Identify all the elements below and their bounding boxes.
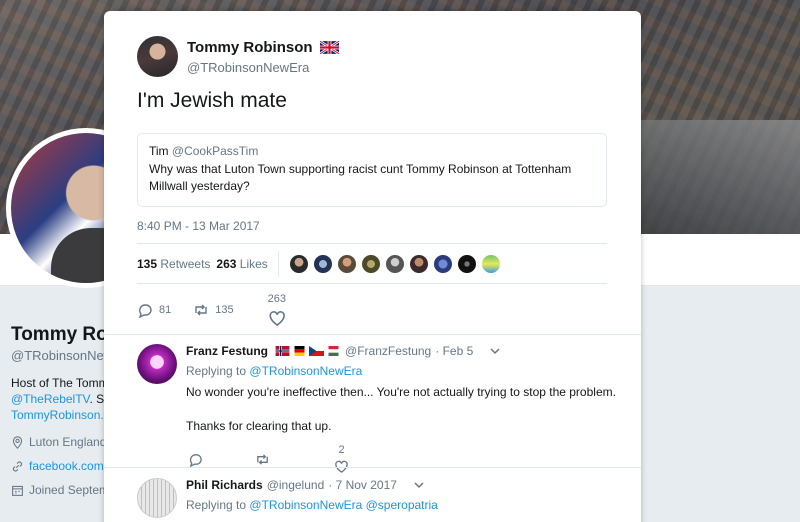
replying-prefix: Replying to bbox=[186, 498, 247, 512]
stats-divider bbox=[277, 250, 279, 277]
quote-author-name: Tim bbox=[149, 144, 169, 158]
reply-date[interactable]: · 7 Nov 2017 bbox=[328, 478, 397, 492]
reply-author-handle[interactable]: @FranzFestung bbox=[345, 344, 431, 358]
liker-avatar[interactable] bbox=[480, 253, 501, 274]
replying-to-link[interactable]: @TRobinsonNewEra @speropatria bbox=[249, 498, 437, 512]
bio-link-website[interactable]: TommyRobinson.c bbox=[11, 407, 106, 423]
reply-author-name[interactable]: Phil Richards bbox=[186, 478, 263, 492]
reply-author-handle[interactable]: @ingelund bbox=[267, 478, 325, 492]
retweets-label: Retweets bbox=[160, 256, 211, 271]
tweet-actions: 81 135 263 bbox=[137, 293, 286, 327]
tweet-timestamp[interactable]: 8:40 PM - 13 Mar 2017 bbox=[137, 219, 260, 233]
liker-avatar[interactable] bbox=[360, 253, 381, 274]
author-handle[interactable]: @TRobinsonNewEra bbox=[187, 60, 339, 75]
reply-like-count: 2 bbox=[338, 444, 345, 456]
tweet-text: I'm Jewish mate bbox=[137, 89, 287, 112]
liker-avatar[interactable] bbox=[456, 253, 477, 274]
reply-count: 81 bbox=[159, 304, 172, 317]
profile-website[interactable]: facebook.com bbox=[11, 459, 104, 473]
reply-author-name[interactable]: Franz Festung bbox=[186, 344, 268, 358]
bio-link-rest: . S bbox=[89, 392, 105, 406]
profile-joined: Joined Septem bbox=[11, 483, 109, 497]
reply-actions: 2 bbox=[186, 444, 616, 474]
reply-like-action[interactable]: 2 bbox=[334, 444, 349, 474]
tweet-stats: 135 Retweets 263 Likes bbox=[137, 243, 607, 284]
reply-icon bbox=[138, 304, 152, 319]
germany-flag-icon bbox=[294, 346, 305, 356]
retweet-icon[interactable] bbox=[255, 452, 270, 467]
liker-avatar[interactable] bbox=[408, 253, 429, 274]
replying-to-link[interactable]: @TRobinsonNewEra bbox=[249, 364, 362, 378]
reply-avatar[interactable] bbox=[137, 344, 177, 384]
hungary-flag-icon bbox=[328, 346, 339, 356]
flags-row bbox=[275, 346, 341, 356]
replies-divider bbox=[104, 334, 641, 335]
liker-avatar[interactable] bbox=[432, 253, 453, 274]
retweets-stat[interactable]: 135 Retweets bbox=[137, 257, 210, 271]
retweets-count: 135 bbox=[137, 256, 158, 271]
chevron-down-icon[interactable] bbox=[413, 479, 425, 491]
likes-stat[interactable]: 263 Likes bbox=[216, 257, 267, 271]
profile-bio: Host of The Tomm @TheRebelTV. S TommyRob… bbox=[11, 375, 106, 423]
profile-location: Luton England bbox=[11, 435, 106, 449]
liker-avatar[interactable] bbox=[312, 253, 333, 274]
calendar-icon bbox=[12, 485, 23, 496]
author-avatar[interactable] bbox=[137, 36, 178, 77]
liker-avatar[interactable] bbox=[288, 253, 309, 274]
liker-avatar[interactable] bbox=[336, 253, 357, 274]
reply-avatar[interactable] bbox=[137, 478, 177, 518]
tweet-modal: Tommy Robinson @TRobinsonNewEra I'm Jewi… bbox=[104, 11, 641, 522]
likes-label: Likes bbox=[239, 256, 268, 271]
profile-joined-text: Joined Septem bbox=[29, 483, 110, 497]
reply-text-2: Thanks for clearing that up. bbox=[186, 419, 332, 433]
retweet-icon bbox=[195, 304, 207, 316]
reply-text: No wonder you're ineffective then... You… bbox=[186, 385, 616, 399]
replying-prefix: Replying to bbox=[186, 364, 247, 378]
retweet-count: 135 bbox=[215, 304, 234, 317]
chevron-down-icon[interactable] bbox=[489, 345, 501, 357]
quote-text: Why was that Luton Town supporting racis… bbox=[149, 162, 572, 193]
quote-author-handle: @CookPassTim bbox=[171, 144, 259, 158]
likes-count: 263 bbox=[216, 256, 237, 271]
liker-avatar[interactable] bbox=[384, 253, 405, 274]
location-pin-icon bbox=[12, 435, 23, 449]
reply-icon[interactable] bbox=[188, 452, 203, 467]
bio-link-rebel[interactable]: @TheRebelTV bbox=[11, 392, 89, 406]
profile-bio-line: Host of The Tomm bbox=[11, 376, 106, 390]
reply-item[interactable]: Franz Festung @FranzFestung · Feb 5 Repl… bbox=[137, 344, 617, 473]
retweet-action[interactable]: 135 bbox=[193, 302, 234, 318]
reply-divider bbox=[104, 467, 641, 468]
like-count: 263 bbox=[267, 293, 286, 305]
reply-date[interactable]: · Feb 5 bbox=[435, 344, 473, 358]
profile-handle: @TRobinsonNew bbox=[11, 348, 114, 363]
tweet-author[interactable]: Tommy Robinson @TRobinsonNewEra bbox=[137, 36, 339, 77]
reply-action[interactable]: 81 bbox=[137, 302, 172, 319]
reply-item[interactable]: Phil Richards @ingelund · 7 Nov 2017 Rep… bbox=[137, 478, 617, 522]
heart-icon bbox=[269, 311, 285, 327]
uk-flag-icon bbox=[319, 40, 339, 54]
link-icon bbox=[12, 461, 23, 471]
profile-location-text: Luton England bbox=[29, 435, 107, 449]
like-action[interactable]: 263 bbox=[268, 293, 286, 327]
author-name[interactable]: Tommy Robinson bbox=[187, 39, 313, 56]
banner-photo-detail bbox=[630, 120, 800, 234]
quoted-tweet[interactable]: Tim @CookPassTim Why was that Luton Town… bbox=[137, 133, 607, 207]
liker-avatars bbox=[288, 253, 501, 274]
profile-website-link[interactable]: facebook.com bbox=[29, 459, 104, 473]
czech-flag-icon bbox=[309, 346, 325, 356]
norway-flag-icon bbox=[275, 346, 290, 356]
